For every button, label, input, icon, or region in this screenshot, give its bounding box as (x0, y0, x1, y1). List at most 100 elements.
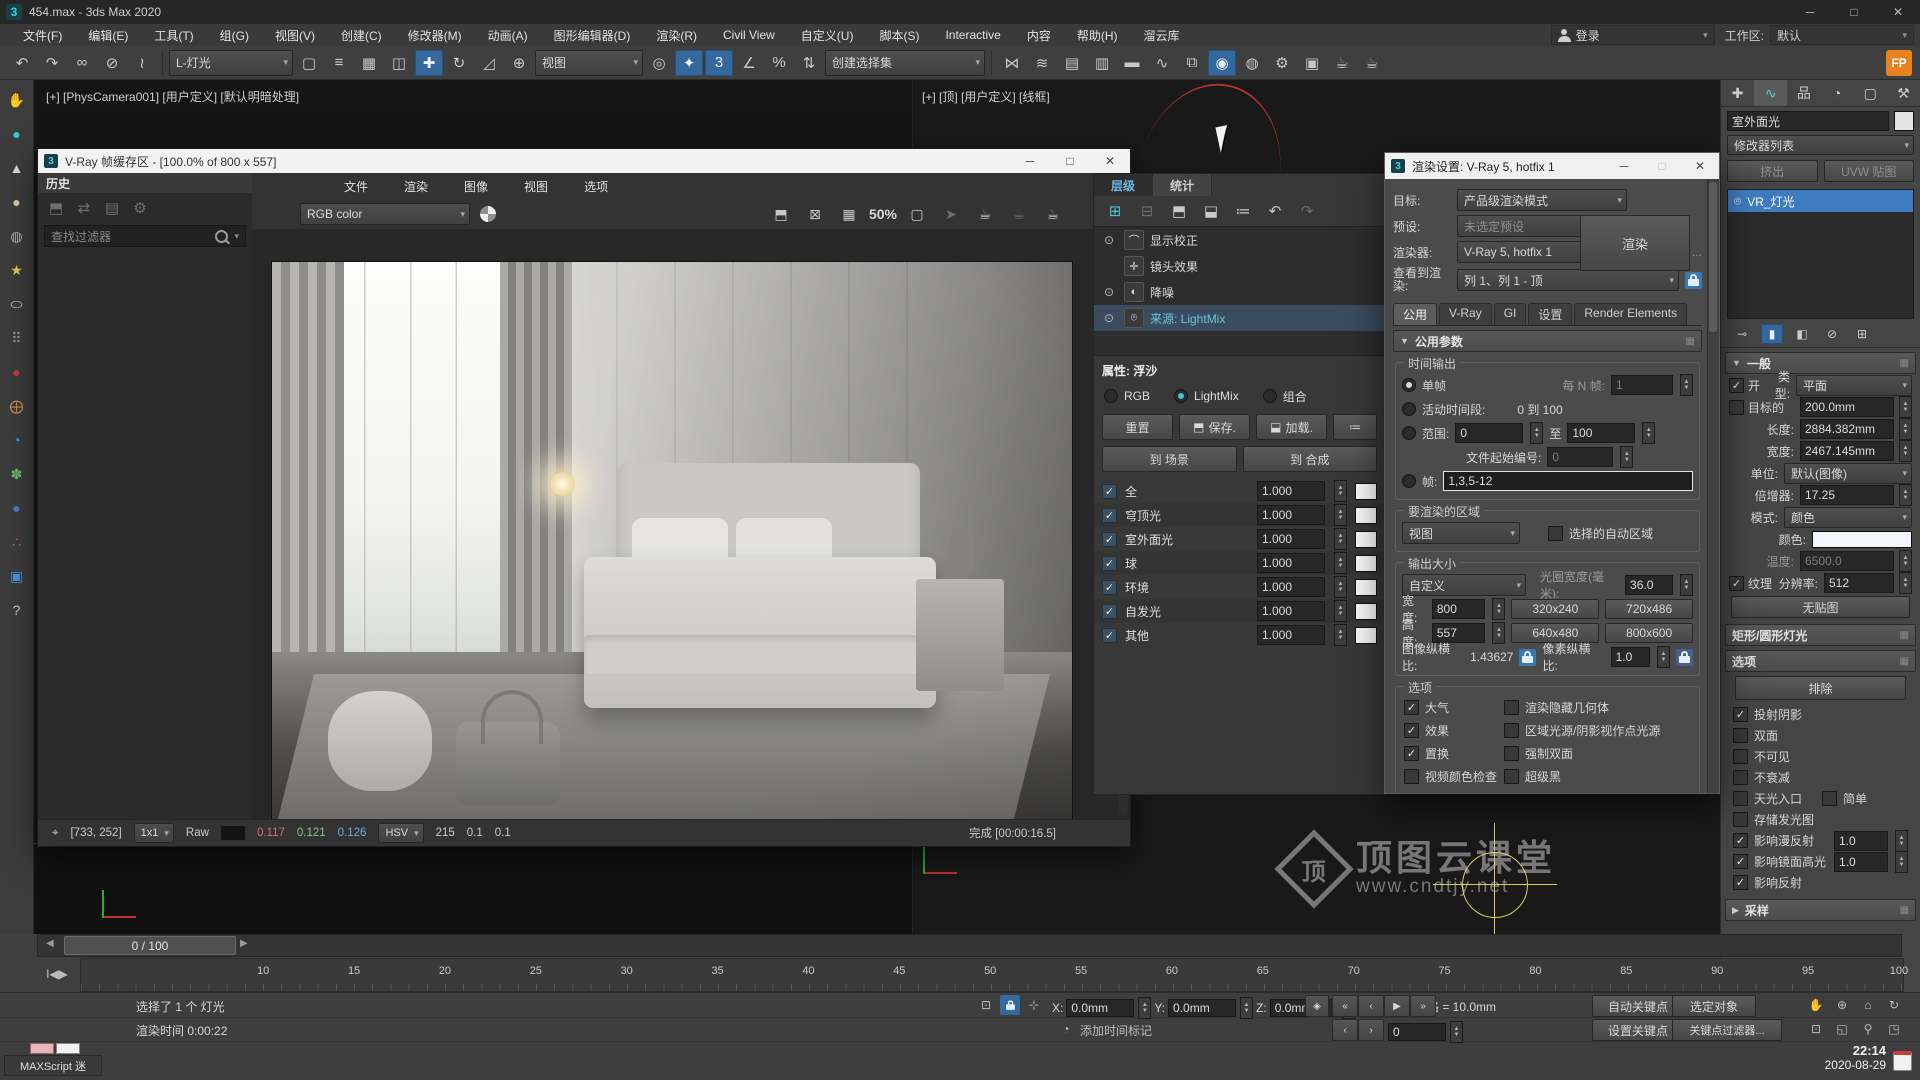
to-scene-button[interactable]: 到 场景 (1102, 446, 1237, 472)
globe-tool-icon[interactable]: ◔ (5, 428, 29, 452)
reset-button[interactable]: 重置 (1102, 414, 1173, 440)
render-button[interactable]: 渲染 (1580, 215, 1690, 271)
menu-item[interactable]: 编辑(E) (75, 24, 141, 46)
option-value-field[interactable]: 1.0 (1834, 831, 1888, 851)
menu-item[interactable]: 渲染(R) (643, 24, 710, 46)
spinner[interactable]: ▲▼ (1334, 576, 1347, 598)
create-tab-icon[interactable]: ✚ (1721, 80, 1754, 106)
light-checkbox[interactable] (1102, 556, 1117, 571)
menu-item[interactable]: 组(G) (207, 24, 262, 46)
uvw-map-button[interactable]: UVW 贴图 (1824, 160, 1915, 182)
light-color-swatch[interactable] (1355, 603, 1377, 620)
bottom-left-viewport[interactable] (34, 844, 912, 934)
layer-tree-row[interactable]: ⊙ ⌒ 显示校正 (1094, 227, 1385, 253)
rendered-image[interactable] (271, 261, 1073, 820)
light-on-checkbox[interactable] (1729, 378, 1744, 393)
bind-to-spacewarp-icon[interactable]: ≀ (128, 50, 156, 76)
sphere-tool-icon[interactable]: ● (5, 190, 29, 214)
spinner[interactable]: ▲▼ (1334, 552, 1347, 574)
option-checkbox[interactable] (1733, 707, 1748, 722)
field-of-view-icon[interactable]: ◱ (1832, 1019, 1852, 1039)
maximize-button[interactable]: □ (1832, 0, 1876, 24)
menu-item[interactable]: 视图(V) (262, 24, 328, 46)
cone-tool-icon[interactable]: ▲ (5, 156, 29, 180)
rendered-frame-icon[interactable]: ▣ (1298, 50, 1326, 76)
dialog-close-button[interactable]: ✕ (1681, 153, 1719, 179)
make-unique-icon[interactable]: ◧ (1791, 324, 1813, 344)
axe-tool-icon[interactable]: ⨁ (5, 394, 29, 418)
menu-item[interactable]: 溜云库 (1131, 24, 1193, 46)
redo-icon[interactable]: ↷ (38, 50, 66, 76)
use-pivot-center-icon[interactable]: ◎ (645, 50, 673, 76)
mirror-icon[interactable]: ⋈ (998, 50, 1026, 76)
menu-item[interactable]: 脚本(S) (866, 24, 932, 46)
star-tool-icon[interactable]: ★ (5, 258, 29, 282)
select-and-scale-icon[interactable]: ◿ (475, 50, 503, 76)
time-slider[interactable]: ◀ 0 / 100 ▶ (37, 934, 1902, 957)
percent-snap-icon[interactable]: % (765, 50, 793, 76)
mode-dropdown[interactable]: 颜色▾ (1784, 507, 1912, 528)
follow-mouse-icon[interactable]: ➤ (938, 202, 964, 226)
delete-layer-icon[interactable]: ⊟ (1134, 198, 1160, 224)
option-checkbox[interactable] (1733, 833, 1748, 848)
targeted-checkbox[interactable] (1729, 400, 1744, 415)
preset-720x486-button[interactable]: 720x486 (1605, 599, 1693, 619)
preset-800x600-button[interactable]: 800x600 (1605, 623, 1693, 643)
menu-item[interactable]: 工具(T) (141, 24, 206, 46)
option-checkbox[interactable] (1733, 791, 1748, 806)
trackbar-mode-icon[interactable]: I◀▶ (40, 960, 74, 988)
camera-viewport-label[interactable]: [+] [PhysCamera001] [用户定义] [默认明暗处理] (46, 88, 299, 105)
remove-modifier-icon[interactable]: ⊘ (1821, 324, 1843, 344)
menu-item[interactable]: Interactive (932, 24, 1013, 46)
leaf-tool-icon[interactable]: ✽ (5, 462, 29, 486)
tab-layers[interactable]: 层级 (1094, 174, 1153, 196)
named-selection-sets-dropdown[interactable]: 创建选择集▾ (825, 50, 985, 76)
menu-item[interactable]: Civil View (710, 24, 788, 46)
image-aspect-lock-icon[interactable] (1519, 649, 1536, 666)
spinner[interactable]: ▲▼ (1334, 504, 1347, 526)
frame-field[interactable]: 0 (1388, 1023, 1446, 1041)
light-multiplier[interactable]: 1.000 (1257, 505, 1325, 525)
maximize-viewport-icon[interactable]: ◳ (1884, 1019, 1904, 1039)
history-list-icon[interactable]: ▤ (100, 197, 124, 219)
range-radio[interactable] (1402, 426, 1416, 440)
vfb-titlebar[interactable]: 3 V-Ray 帧缓存区 - [100.0% of 800 x 557] ─ □… (38, 149, 1130, 173)
eye-icon[interactable]: ⊙ (1100, 233, 1118, 247)
width-field[interactable]: 800 (1432, 599, 1486, 619)
x-coord-field[interactable]: 0.0mm (1066, 999, 1134, 1017)
every-n-field[interactable]: 1 (1611, 375, 1673, 395)
general-rollout[interactable]: ▼一般▦ (1725, 352, 1916, 374)
select-and-link-icon[interactable]: ∞ (68, 50, 96, 76)
vfb-menu-item[interactable]: 视图 (524, 175, 548, 197)
key-filters-button[interactable]: 关键点过滤器... (1672, 1019, 1782, 1041)
vfb-menu-item[interactable]: 文件 (344, 175, 368, 197)
motion-tab-icon[interactable]: ◔ (1821, 80, 1854, 106)
light-multiplier[interactable]: 1.000 (1257, 577, 1325, 597)
play-button[interactable]: ▶ (1384, 995, 1410, 1017)
option-checkbox[interactable] (1404, 723, 1419, 738)
option-checkbox[interactable] (1733, 770, 1748, 785)
range-from-field[interactable]: 0 (1455, 423, 1523, 443)
channel-dropdown[interactable]: RGB color▾ (300, 203, 470, 225)
light-multiplier[interactable]: 1.000 (1257, 481, 1325, 501)
curve-editor-icon[interactable]: ∿ (1148, 50, 1176, 76)
sample-size-dropdown[interactable]: 1x1▾ (134, 823, 174, 843)
history-save-icon[interactable]: ⬒ (44, 197, 68, 219)
top-viewport-label[interactable]: [+] [顶] [用户定义] [线框] (922, 88, 1050, 105)
selected-object-dropdown[interactable]: 选定对象 (1672, 995, 1756, 1017)
length-field[interactable]: 2884.382mm (1800, 419, 1894, 439)
save-layers-icon[interactable]: ⬒ (1166, 198, 1192, 224)
layer-tree-row[interactable]: ⊙ ◐ 降噪 (1094, 279, 1385, 305)
menu-item[interactable]: 自定义(U) (788, 24, 867, 46)
history-settings-icon[interactable]: ⚙ (128, 197, 152, 219)
light-checkbox[interactable] (1102, 508, 1117, 523)
save-file-browse[interactable]: ... (1692, 245, 1702, 259)
dots-tool-icon[interactable]: ∴ (5, 530, 29, 554)
set-key-icon[interactable]: ◈ (1305, 995, 1329, 1017)
select-and-rotate-icon[interactable]: ↻ (445, 50, 473, 76)
isolate-selection-icon[interactable]: ⊡ (976, 995, 996, 1015)
dialog-maximize-button[interactable]: □ (1643, 153, 1681, 179)
render-dialog-tab[interactable]: GI (1494, 303, 1527, 325)
menu-item[interactable]: 动画(A) (475, 24, 541, 46)
render-dialog-tab[interactable]: Render Elements (1574, 303, 1687, 325)
